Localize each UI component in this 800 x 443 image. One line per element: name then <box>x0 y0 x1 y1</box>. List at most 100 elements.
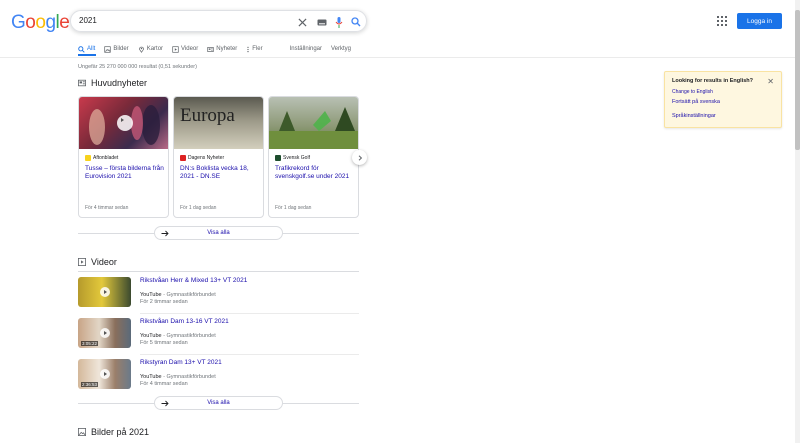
section-title: Bilder på 2021 <box>91 427 150 437</box>
tab-settings[interactable]: Inställningar <box>290 42 322 56</box>
tab-images[interactable]: Bilder <box>104 42 129 56</box>
clear-icon[interactable] <box>295 15 309 29</box>
tab-videos[interactable]: Videor <box>172 42 198 56</box>
tab-more[interactable]: Fler <box>246 42 263 56</box>
section-title: Videor <box>91 257 117 267</box>
top-news-heading: Huvudnyheter <box>78 78 147 88</box>
news-image-text: Europa <box>180 105 235 126</box>
video-time: För 2 timmar sedan <box>140 299 188 305</box>
play-icon <box>100 369 110 379</box>
video-result[interactable]: 2:36:53 Rikstyran Dam 13+ VT 2021 YouTub… <box>78 359 359 397</box>
news-title[interactable]: Trafikrekord för svenskgolf.se under 202… <box>275 165 357 181</box>
logo-letter: o <box>35 12 46 33</box>
logo-letter: g <box>45 12 56 33</box>
video-result[interactable]: Rikstvåan Herr & Mixed 13+ VT 2021 YouTu… <box>78 277 359 315</box>
news-card[interactable]: Europa Dagens Nyheter DN:s Boklista veck… <box>173 96 264 218</box>
source-name: Aftonbladet <box>93 155 119 161</box>
video-title[interactable]: Rikstvåan Dam 13-16 VT 2021 <box>140 318 229 325</box>
tab-news[interactable]: Nyheter <box>207 42 237 56</box>
show-all-news-button[interactable]: Visa alla <box>154 226 283 240</box>
tab-tools[interactable]: Verktyg <box>331 42 351 56</box>
more-icon <box>247 46 249 52</box>
map-pin-icon <box>138 46 144 53</box>
logo-letter: e <box>59 12 70 33</box>
news-image <box>269 97 358 149</box>
news-title[interactable]: DN:s Boklista vecka 18, 2021 - DN.SE <box>180 165 262 181</box>
close-icon[interactable]: ✕ <box>767 77 774 86</box>
video-time: För 4 timmar sedan <box>140 381 188 387</box>
search-icon[interactable] <box>349 15 363 29</box>
news-source: Aftonbladet <box>85 155 118 161</box>
carousel-next-button[interactable] <box>352 150 367 165</box>
image-icon <box>78 428 86 436</box>
news-title[interactable]: Tusse – första bilderna från Eurovision … <box>85 165 167 181</box>
video-title[interactable]: Rikstyran Dam 13+ VT 2021 <box>140 359 222 366</box>
video-thumbnail[interactable] <box>78 277 131 307</box>
search-icon <box>78 45 85 53</box>
videos-heading: Videor <box>78 257 117 267</box>
video-result[interactable]: 3:05:22 Rikstvåan Dam 13-16 VT 2021 YouT… <box>78 318 359 356</box>
news-card[interactable]: Svensk Golf Trafikrekord för svenskgolf.… <box>268 96 359 218</box>
search-tabs: Allt Bilder Kartor Videor Nyheter Fler I… <box>78 42 360 56</box>
tab-label: Videor <box>181 46 199 52</box>
source-favicon-icon <box>275 155 281 161</box>
source-favicon-icon <box>85 155 91 161</box>
news-time: För 4 timmar sedan <box>85 205 129 211</box>
video-title[interactable]: Rikstvåan Herr & Mixed 13+ VT 2021 <box>140 277 247 284</box>
video-meta: YouTube · Gymnastikförbundet För 5 timma… <box>140 333 216 346</box>
language-settings-link[interactable]: Språkinställningar <box>672 113 716 119</box>
tab-label: Nyheter <box>216 46 238 52</box>
tab-maps[interactable]: Kartor <box>138 42 163 56</box>
login-button[interactable]: Logga in <box>737 13 782 29</box>
tab-label: Bilder <box>113 46 129 52</box>
divider <box>78 271 359 272</box>
images-heading: Bilder på 2021 <box>78 427 149 437</box>
continue-swedish-link[interactable]: Fortsätt på svenska <box>672 99 720 105</box>
scrollbar[interactable] <box>795 0 800 443</box>
video-duration: 2:36:53 <box>81 382 99 387</box>
tab-label: Kartor <box>146 46 164 52</box>
video-platform: YouTube <box>140 374 162 380</box>
tab-label: Fler <box>252 46 263 52</box>
source-name: Svensk Golf <box>283 155 310 161</box>
chevron-right-icon <box>358 154 362 161</box>
news-image: Europa <box>174 97 263 149</box>
apps-grid-icon[interactable] <box>716 14 728 26</box>
active-tab-indicator <box>78 54 96 56</box>
video-channel: Gymnastikförbundet <box>166 374 216 380</box>
news-card[interactable]: Aftonbladet Tusse – första bilderna från… <box>78 96 169 218</box>
news-time: För 1 dag sedan <box>180 205 217 211</box>
arrow-right-icon <box>161 400 169 407</box>
source-favicon-icon <box>180 155 186 161</box>
video-icon <box>172 45 179 53</box>
image-icon <box>104 45 111 53</box>
play-icon <box>100 328 110 338</box>
divider <box>0 57 800 58</box>
google-logo[interactable]: Google <box>11 12 70 34</box>
video-icon <box>78 258 86 266</box>
video-channel: Gymnastikförbundet <box>166 333 216 339</box>
video-duration: 3:05:22 <box>81 341 99 346</box>
tab-label: Inställningar <box>289 46 322 52</box>
news-time: För 1 dag sedan <box>275 205 312 211</box>
tab-label: Allt <box>87 46 96 52</box>
result-stats: Ungefär 25 270 000 000 resultat (0,51 se… <box>78 64 197 70</box>
video-thumbnail[interactable]: 3:05:22 <box>78 318 131 348</box>
video-time: För 5 timmar sedan <box>140 340 188 346</box>
microphone-icon[interactable] <box>332 15 346 29</box>
search-input[interactable]: 2021 <box>79 16 97 25</box>
news-source: Dagens Nyheter <box>180 155 224 161</box>
video-thumbnail[interactable]: 2:36:53 <box>78 359 131 389</box>
change-to-english-link[interactable]: Change to English <box>672 89 713 95</box>
news-source: Svensk Golf <box>275 155 310 161</box>
arrow-right-icon <box>161 230 169 237</box>
video-meta: YouTube · Gymnastikförbundet För 4 timma… <box>140 374 216 387</box>
scrollbar-thumb[interactable] <box>795 10 800 150</box>
video-platform: YouTube <box>140 333 162 339</box>
search-box[interactable]: 2021 <box>70 10 367 32</box>
news-icon <box>78 79 86 87</box>
play-icon <box>100 287 110 297</box>
divider <box>140 354 359 355</box>
show-all-videos-button[interactable]: Visa alla <box>154 396 283 410</box>
keyboard-icon[interactable] <box>315 15 329 29</box>
